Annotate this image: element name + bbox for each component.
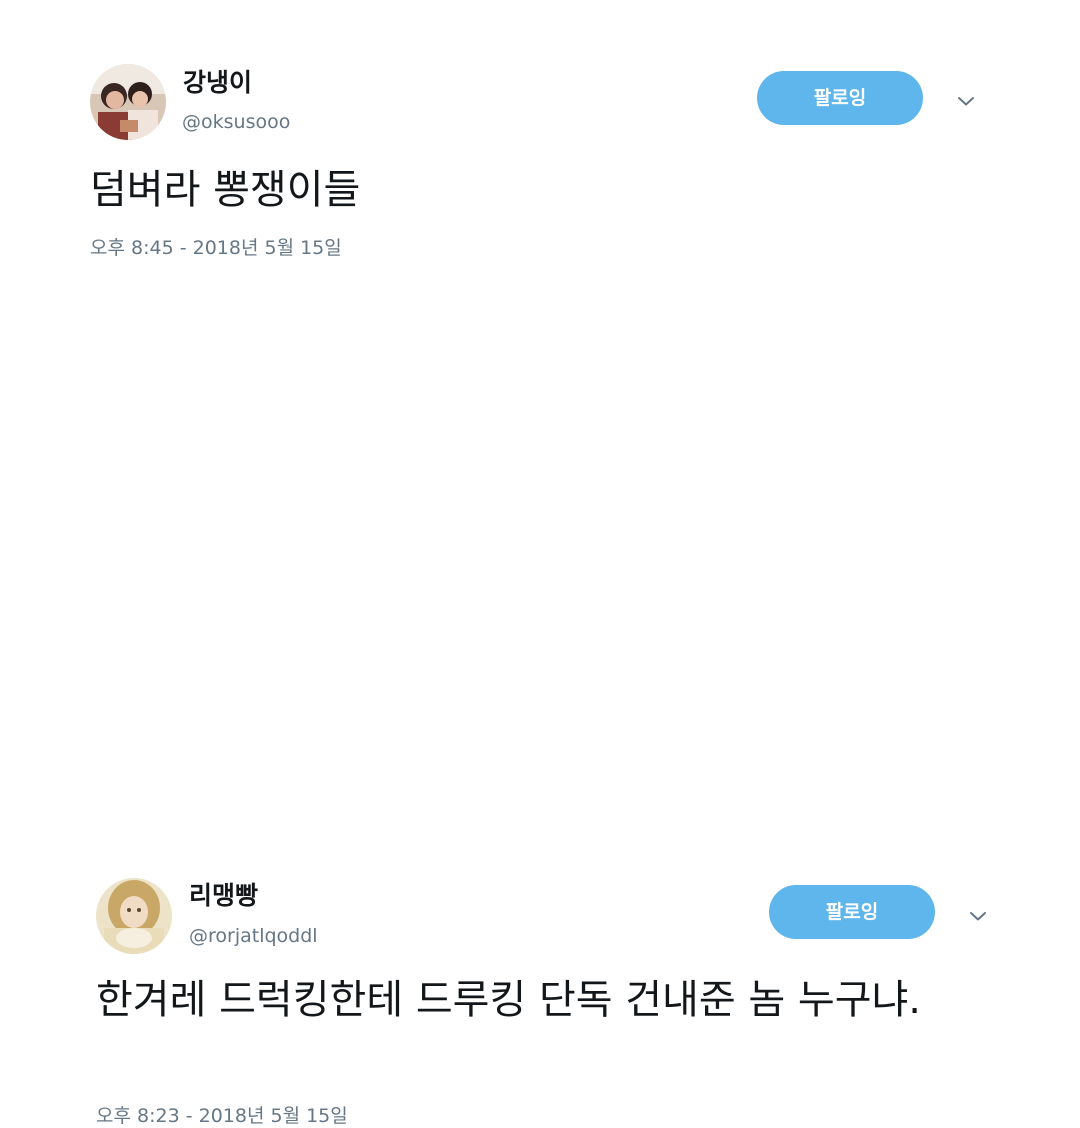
avatar-photo-icon — [90, 64, 166, 140]
chevron-down-icon[interactable] — [954, 89, 978, 113]
tweet-card: 리맹빵 @rorjatlqoddl 팔로잉 한겨레 드럭킹한테 드루킹 단독 건… — [0, 430, 1080, 1127]
tweet-card: 강냉이 @oksusooo 팔로잉 덤벼라 뽕쟁이들 오후 8:45 - 201… — [0, 0, 1080, 300]
avatar-photo-icon — [96, 878, 172, 954]
tweet-text: 한겨레 드럭킹한테 드루킹 단독 건내준 놈 누구냐. — [96, 977, 922, 1023]
following-button[interactable]: 팔로잉 — [757, 71, 923, 125]
tweet-text: 덤벼라 뽕쟁이들 — [90, 167, 361, 213]
following-button[interactable]: 팔로잉 — [769, 885, 935, 939]
user-handle[interactable]: @rorjatlqoddl — [189, 924, 318, 948]
display-name[interactable]: 강냉이 — [183, 68, 252, 98]
tweet-timestamp[interactable]: 오후 8:23 - 2018년 5월 15일 — [96, 1104, 348, 1128]
user-avatar[interactable] — [90, 64, 166, 140]
display-name[interactable]: 리맹빵 — [189, 881, 258, 911]
user-avatar[interactable] — [96, 878, 172, 954]
tweet-timestamp[interactable]: 오후 8:45 - 2018년 5월 15일 — [90, 236, 342, 260]
user-handle[interactable]: @oksusooo — [182, 110, 290, 134]
chevron-down-icon[interactable] — [966, 904, 990, 928]
